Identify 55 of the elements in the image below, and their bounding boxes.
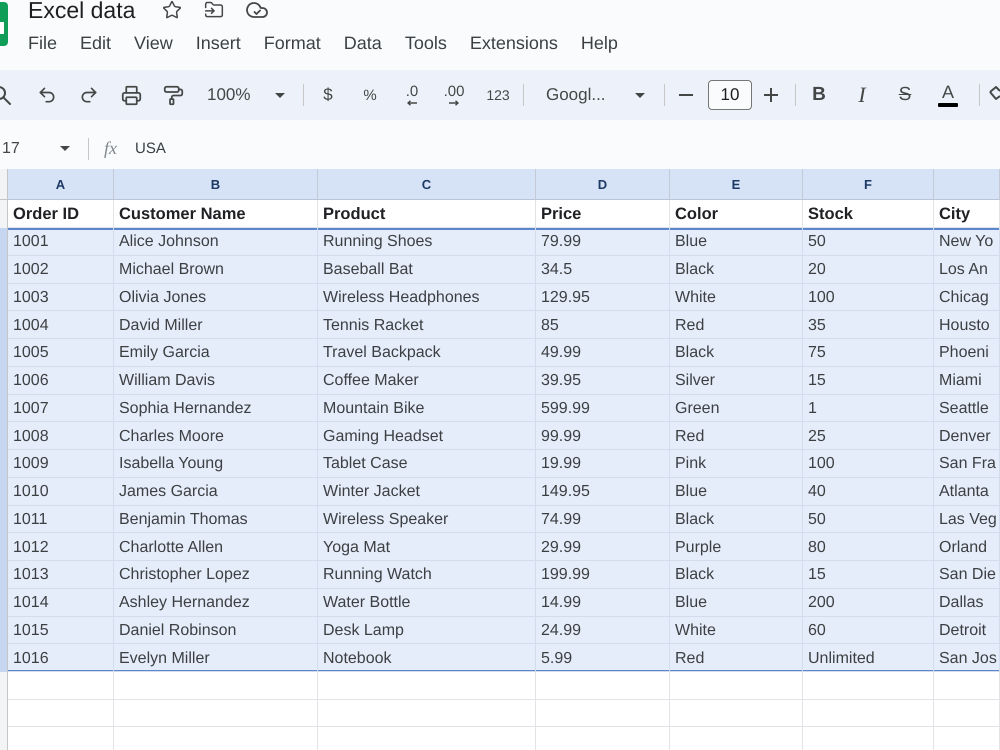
row-header[interactable] — [0, 672, 8, 700]
percent-button[interactable]: % — [353, 79, 387, 111]
caret-icon — [635, 92, 645, 98]
row-header[interactable] — [0, 228, 8, 256]
number-format-button[interactable]: 123 — [481, 79, 515, 111]
menu-item[interactable]: Insert — [196, 32, 241, 54]
text-color-bar-icon — [938, 103, 958, 107]
search-icon[interactable] — [0, 86, 11, 104]
bold-button[interactable]: B — [802, 79, 836, 111]
caret-icon — [60, 146, 70, 151]
column-header[interactable]: B — [114, 169, 318, 200]
column-header[interactable]: E — [670, 169, 803, 200]
minus-icon — [679, 94, 693, 96]
font-select[interactable]: Googl... — [532, 79, 654, 111]
menu-item[interactable]: Tools — [404, 32, 447, 54]
function-label: fx — [104, 138, 117, 159]
zoom-select[interactable]: 100% — [200, 79, 294, 111]
cloud-check-icon[interactable] — [246, 0, 268, 20]
formula-field[interactable]: USA — [127, 134, 1000, 164]
plus-icon — [764, 88, 778, 102]
row-header[interactable] — [0, 727, 8, 750]
increase-decimals-button[interactable]: .00 — [437, 79, 471, 111]
menu-item[interactable]: Extensions — [470, 32, 558, 54]
menu-item[interactable]: File — [28, 32, 58, 54]
select-all-corner[interactable] — [0, 169, 8, 200]
printer-icon — [120, 84, 142, 106]
undo-icon — [37, 85, 57, 105]
row-header[interactable] — [0, 200, 8, 228]
logo-icon — [0, 2, 8, 46]
italic-button[interactable]: I — [845, 79, 879, 111]
column-header[interactable]: A — [8, 169, 114, 200]
row-header[interactable] — [0, 644, 8, 672]
currency-button[interactable]: $ — [311, 79, 345, 111]
column-header[interactable]: D — [536, 169, 670, 200]
menu-item[interactable]: Data — [344, 32, 382, 54]
menu-item[interactable]: View — [134, 32, 173, 54]
strikethrough-button[interactable]: S — [888, 79, 922, 111]
name-box[interactable]: 17 — [0, 134, 72, 164]
column-header[interactable]: C — [318, 169, 536, 200]
menu-item[interactable]: Edit — [80, 32, 112, 54]
right-arrow-icon — [449, 100, 459, 106]
font-size-field[interactable]: 10 — [708, 80, 752, 110]
folder-icon[interactable] — [204, 0, 224, 20]
text-color-button[interactable]: A — [931, 79, 965, 111]
menu-item[interactable]: Format — [264, 32, 321, 54]
decrease-decimals-button[interactable]: .0 — [395, 79, 429, 111]
document-title[interactable]: Excel data — [28, 0, 136, 22]
column-header[interactable] — [934, 169, 1000, 200]
left-arrow-icon — [407, 100, 417, 106]
star-icon[interactable] — [162, 0, 182, 20]
menu-item[interactable]: Help — [580, 32, 618, 54]
redo-icon — [79, 85, 99, 105]
paint-roller-icon — [162, 84, 184, 106]
caret-icon — [275, 92, 285, 98]
column-header[interactable]: F — [803, 169, 934, 200]
